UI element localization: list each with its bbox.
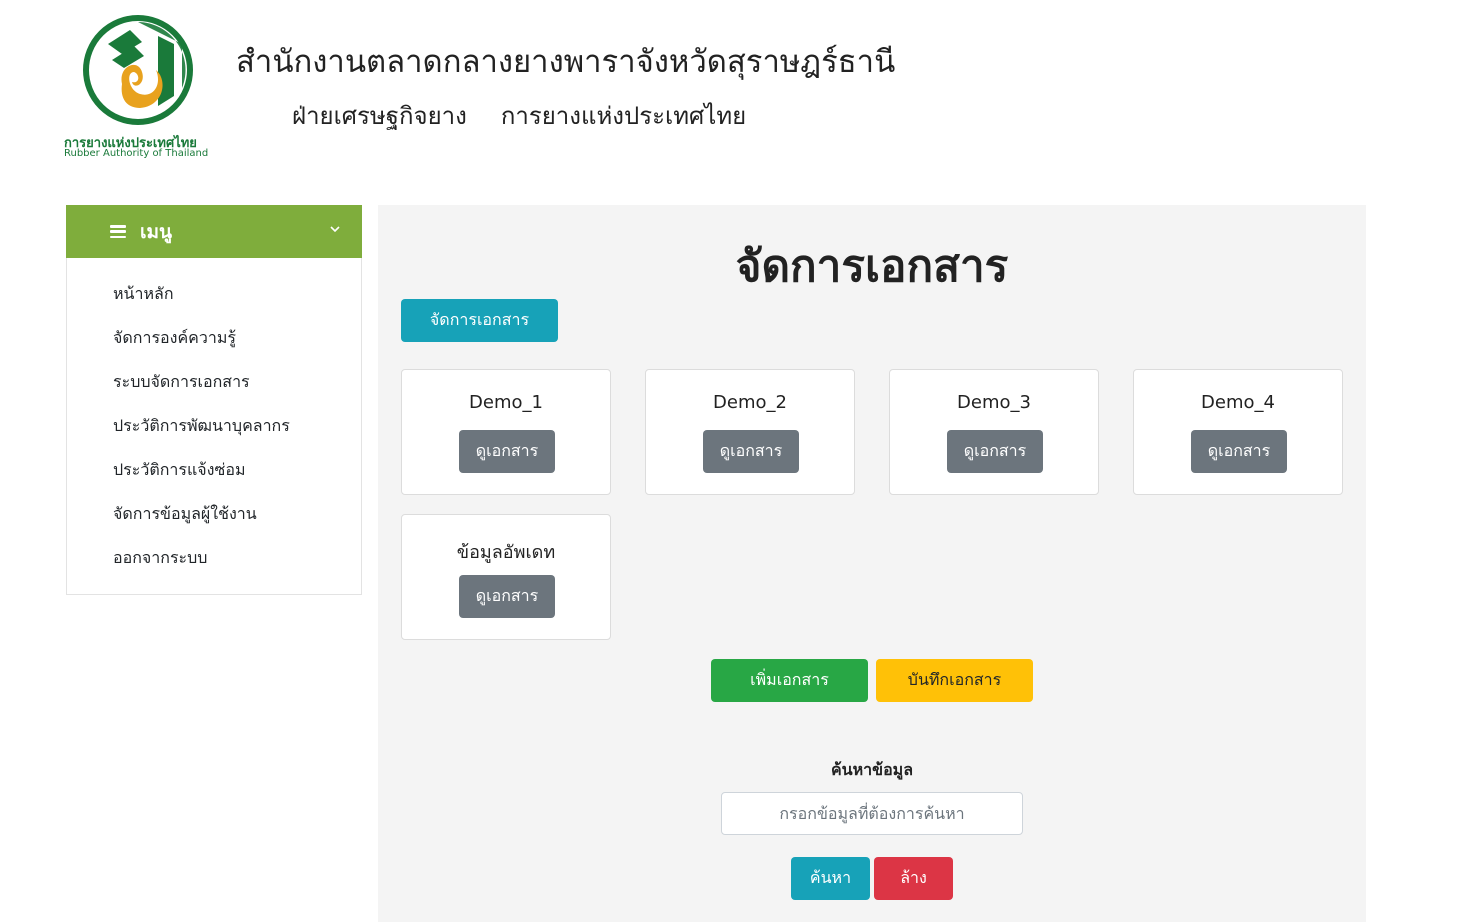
chevron-down-icon [330,226,340,233]
org-subtitle-authority: การยางแห่งประเทศไทย [500,102,747,130]
document-card: Demo_4 ดูเอกสาร [1133,369,1343,495]
sidebar: เมนู หน้าหลัก จัดการองค์ความรู้ ระบบจัดก… [66,205,362,595]
document-card: Demo_2 ดูเอกสาร [645,369,855,495]
search-button[interactable]: ค้นหา [791,857,870,900]
search-label: ค้นหาข้อมูล [830,760,914,779]
clear-button[interactable]: ล้าง [874,857,953,900]
document-name: Demo_3 [957,392,1031,413]
sidebar-item-documents[interactable]: ระบบจัดการเอกสาร [67,360,361,404]
view-document-button[interactable]: ดูเอกสาร [459,575,555,618]
document-card: ข้อมูลอัพเดท ดูเอกสาร [401,514,611,640]
document-card: Demo_3 ดูเอกสาร [889,369,1099,495]
org-title: สำนักงานตลาดกลางยางพาราจังหวัดสุราษฎร์ธา… [236,44,896,80]
page-title: จัดการเอกสาร [735,241,1009,292]
menu-title: เมนู [140,220,173,243]
site-header: การยางแห่งประเทศไทย Rubber Authority of … [0,0,1478,190]
document-name: Demo_1 [469,392,543,413]
view-document-button[interactable]: ดูเอกสาร [1191,430,1287,473]
document-name: ข้อมูลอัพเดท [456,542,556,563]
menu-list: หน้าหลัก จัดการองค์ความรู้ ระบบจัดการเอก… [66,258,362,595]
rubber-authority-logo: การยางแห่งประเทศไทย Rubber Authority of … [64,14,214,164]
org-subtitle: ฝ่ายเศรษฐกิจยาง การยางแห่งประเทศไทย [292,96,780,135]
document-card: Demo_1 ดูเอกสาร [401,369,611,495]
search-input[interactable] [721,792,1023,835]
view-document-button[interactable]: ดูเอกสาร [459,430,555,473]
sidebar-item-home[interactable]: หน้าหลัก [67,272,361,316]
menu-toggle[interactable]: เมนู [66,205,362,258]
document-name: Demo_4 [1201,392,1275,413]
sidebar-item-logout[interactable]: ออกจากระบบ [67,536,361,580]
sidebar-item-knowledge[interactable]: จัดการองค์ความรู้ [67,316,361,360]
view-document-button[interactable]: ดูเอกสาร [947,430,1043,473]
save-document-button[interactable]: บันทึกเอกสาร [876,659,1033,702]
hamburger-icon [110,225,126,238]
sidebar-item-users[interactable]: จัดการข้อมูลผู้ใช้งาน [67,492,361,536]
manage-documents-button[interactable]: จัดการเอกสาร [401,299,558,342]
document-name: Demo_2 [713,392,787,413]
sidebar-item-repair-history[interactable]: ประวัติการแจ้งซ่อม [67,448,361,492]
org-subtitle-department: ฝ่ายเศรษฐกิจยาง [292,102,467,130]
view-document-button[interactable]: ดูเอกสาร [703,430,799,473]
add-document-button[interactable]: เพิ่มเอกสาร [711,659,868,702]
logo-text-en: Rubber Authority of Thailand [64,148,209,159]
main-panel: จัดการเอกสาร จัดการเอกสาร Demo_1 ดูเอกสา… [378,205,1366,922]
sidebar-item-training-history[interactable]: ประวัติการพัฒนาบุคลากร [67,404,361,448]
logo-emblem-icon [83,15,193,125]
